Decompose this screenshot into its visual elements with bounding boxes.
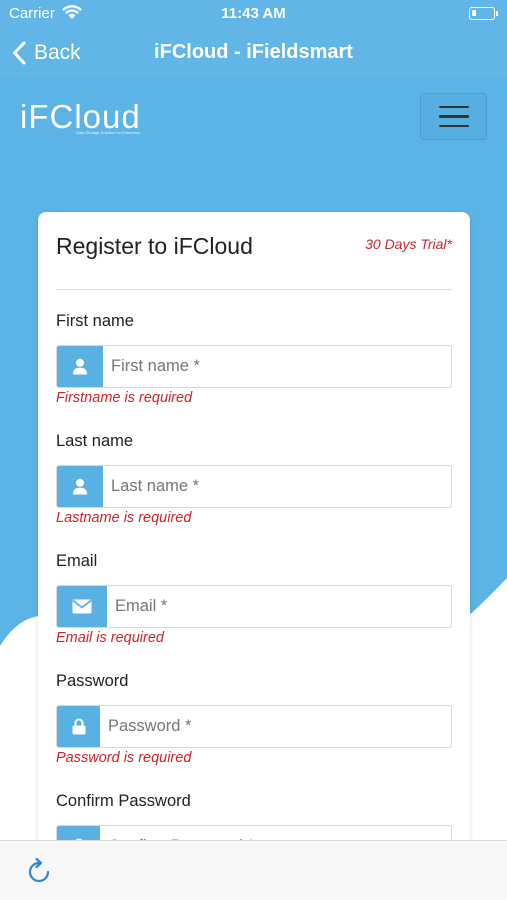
nav-bar: Back iFCloud - iFieldsmart <box>0 28 507 78</box>
first-name-group <box>56 345 452 388</box>
first-name-input[interactable] <box>103 346 451 387</box>
battery-icon <box>469 7 498 20</box>
bottom-toolbar <box>0 840 507 900</box>
top-bar: Carrier 11:43 AM Back iFCloud - iFieldsm… <box>0 0 507 78</box>
confirm-password-label: Confirm Password <box>56 792 191 810</box>
status-time: 11:43 AM <box>221 5 286 22</box>
last-name-label: Last name <box>56 432 134 450</box>
register-card: Register to iFCloud 30 Days Trial* First… <box>38 212 470 852</box>
divider <box>56 289 452 290</box>
first-name-error: Firstname is required <box>56 390 193 406</box>
status-bar: Carrier 11:43 AM <box>0 0 507 28</box>
password-group <box>56 705 452 748</box>
refresh-icon[interactable] <box>24 857 54 887</box>
user-icon <box>57 466 103 507</box>
battery-level <box>472 10 476 16</box>
menu-bar-icon <box>438 115 469 118</box>
email-label: Email <box>56 552 98 570</box>
last-name-error: Lastname is required <box>56 510 192 526</box>
last-name-group <box>56 465 452 508</box>
menu-bar-icon <box>438 105 469 109</box>
lock-icon <box>57 706 100 747</box>
last-name-input[interactable] <box>103 466 451 507</box>
logo-tagline: Data Storage Solution for Enterprise <box>76 130 141 135</box>
user-icon <box>57 346 103 387</box>
trial-badge: 30 Days Trial* <box>365 236 452 252</box>
envelope-icon <box>57 586 107 627</box>
password-label: Password <box>56 672 129 690</box>
password-input[interactable] <box>100 706 451 747</box>
first-name-label: First name <box>56 312 134 330</box>
email-error: Email is required <box>56 630 164 646</box>
form-title: Register to iFCloud <box>56 233 253 259</box>
hamburger-menu-button[interactable] <box>420 93 487 140</box>
ifcloud-logo: iFCloud Data Storage Solution for Enterp… <box>20 96 141 138</box>
nav-title: iFCloud - iFieldsmart <box>154 41 353 63</box>
email-input[interactable] <box>107 586 451 627</box>
email-group <box>56 585 452 628</box>
password-error: Password is required <box>56 750 192 766</box>
menu-bar-icon <box>438 124 469 128</box>
